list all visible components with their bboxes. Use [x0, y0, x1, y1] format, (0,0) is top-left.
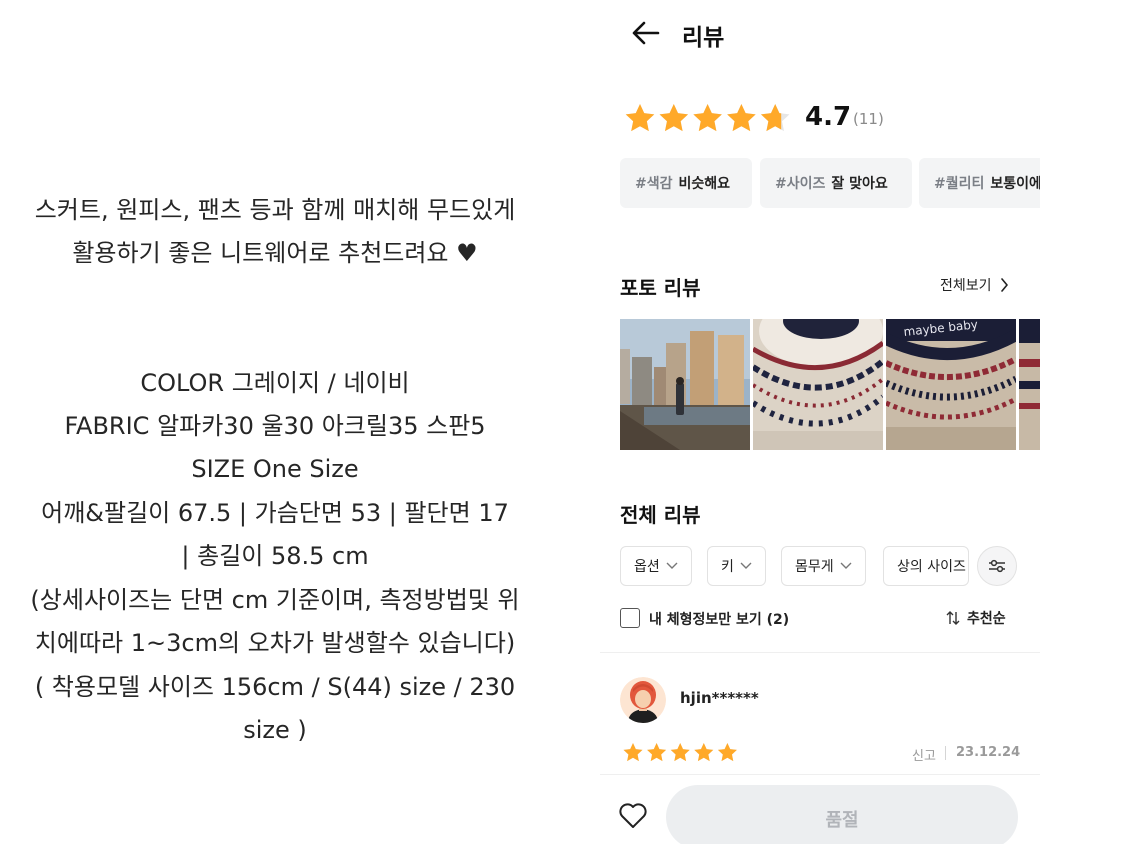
description-line: COLOR 그레이지 / 네이비: [140, 369, 410, 397]
description-line: size ): [243, 716, 307, 744]
chevron-down-icon: [840, 562, 852, 569]
filter-option[interactable]: 옵션: [620, 546, 692, 586]
star-filled-icon: [670, 743, 690, 762]
description-line: SIZE One Size: [191, 455, 359, 483]
review-photo[interactable]: [1019, 319, 1040, 450]
star-filled-icon: [694, 743, 714, 762]
chevron-down-icon: [666, 562, 678, 569]
see-all-link[interactable]: 전체보기: [940, 275, 1009, 295]
star-filled-icon: [647, 743, 667, 762]
arrow-left-icon[interactable]: [630, 20, 660, 46]
tag-key: #사이즈: [775, 176, 826, 192]
description-line: ( 착용모델 사이즈 156cm / S(44) size / 230: [34, 673, 516, 701]
tag-value: 보통이에요: [990, 176, 1040, 192]
tag-key: #퀄리티: [934, 176, 985, 192]
sliders-icon: [989, 559, 1005, 573]
meta-divider: [945, 746, 946, 760]
divider: [600, 774, 1040, 775]
star-filled-icon: [623, 743, 643, 762]
all-reviews-title: 전체 리뷰: [620, 503, 701, 527]
star-filled-icon: [625, 104, 655, 132]
rating-stars: [625, 104, 790, 132]
my-body-only-label: 내 체형정보만 보기 (2): [649, 612, 790, 628]
review-photo[interactable]: [753, 319, 883, 450]
filter-label: 키: [721, 559, 734, 575]
filter-settings-button[interactable]: [977, 546, 1017, 586]
sold-out-button[interactable]: 품절: [666, 785, 1018, 844]
chevron-down-icon: [740, 562, 752, 569]
page-title: 리뷰: [682, 25, 725, 51]
product-description: 스커트, 원피스, 팬츠 등과 함께 매치해 무드있게 활용하기 좋은 니트웨어…: [0, 0, 550, 844]
review-panel: 리뷰 4.7 (11) #색감 비슷해요 #사이즈 잘 맞아요 #퀄리티 보통이…: [600, 0, 1040, 844]
report-link[interactable]: 신고: [912, 745, 936, 764]
filter-top-size[interactable]: 상의 사이즈: [883, 546, 969, 586]
heart-outline-icon[interactable]: [618, 802, 648, 830]
filter-label: 옵션: [634, 559, 660, 575]
star-filled-icon: [717, 743, 737, 762]
review-tag-color[interactable]: #색감 비슷해요: [620, 158, 752, 208]
filter-weight[interactable]: 몸무게: [781, 546, 866, 586]
filter-height[interactable]: 키: [707, 546, 766, 586]
description-line: 치에따라 1~3cm의 오차가 발생할수 있습니다): [34, 629, 516, 657]
tag-key: #색감: [635, 176, 673, 192]
my-body-only-checkbox[interactable]: [620, 608, 640, 628]
avatar: [620, 677, 666, 723]
review-tag-quality[interactable]: #퀄리티 보통이에요: [919, 158, 1040, 208]
see-all-label: 전체보기: [940, 278, 992, 294]
review-date: 23.12.24: [956, 745, 1021, 760]
review-photo[interactable]: [620, 319, 750, 450]
average-rating: 4.7: [805, 102, 852, 132]
description-line: (상세사이즈는 단면 cm 기준이며, 측정방법및 위: [30, 586, 520, 614]
review-stars: [623, 743, 737, 762]
description-line: FABRIC 알파카30 울30 아크릴35 스판5: [64, 412, 486, 440]
description-line: 스커트, 원피스, 팬츠 등과 함께 매치해 무드있게: [34, 196, 516, 224]
filter-label: 몸무게: [795, 559, 834, 575]
tag-value: 비슷해요: [678, 176, 731, 192]
review-count: (11): [853, 110, 884, 128]
star-filled-icon: [693, 104, 722, 132]
review-photo[interactable]: maybe baby: [886, 319, 1016, 450]
chevron-right-icon: [1000, 278, 1008, 292]
star-filled-icon: [659, 104, 689, 132]
description-line: 어깨&팔길이 67.5 | 가슴단면 53 | 팔단면 17: [41, 499, 509, 527]
review-tag-size[interactable]: #사이즈 잘 맞아요: [760, 158, 912, 208]
divider: [600, 652, 1040, 653]
tag-value: 잘 맞아요: [831, 176, 888, 192]
star-filled-icon: [727, 104, 756, 132]
reviewer-name: hjin******: [680, 689, 759, 707]
sort-icon: [946, 611, 960, 625]
sort-label: 추천순: [967, 611, 1006, 627]
filter-label: 상의 사이즈: [897, 559, 966, 575]
description-line: | 총길이 58.5 cm: [181, 542, 369, 570]
photo-review-title: 포토 리뷰: [620, 276, 701, 300]
description-line: 활용하기 좋은 니트웨어로 추천드려요 ♥: [72, 239, 478, 267]
sort-button[interactable]: 추천순: [945, 608, 1006, 628]
